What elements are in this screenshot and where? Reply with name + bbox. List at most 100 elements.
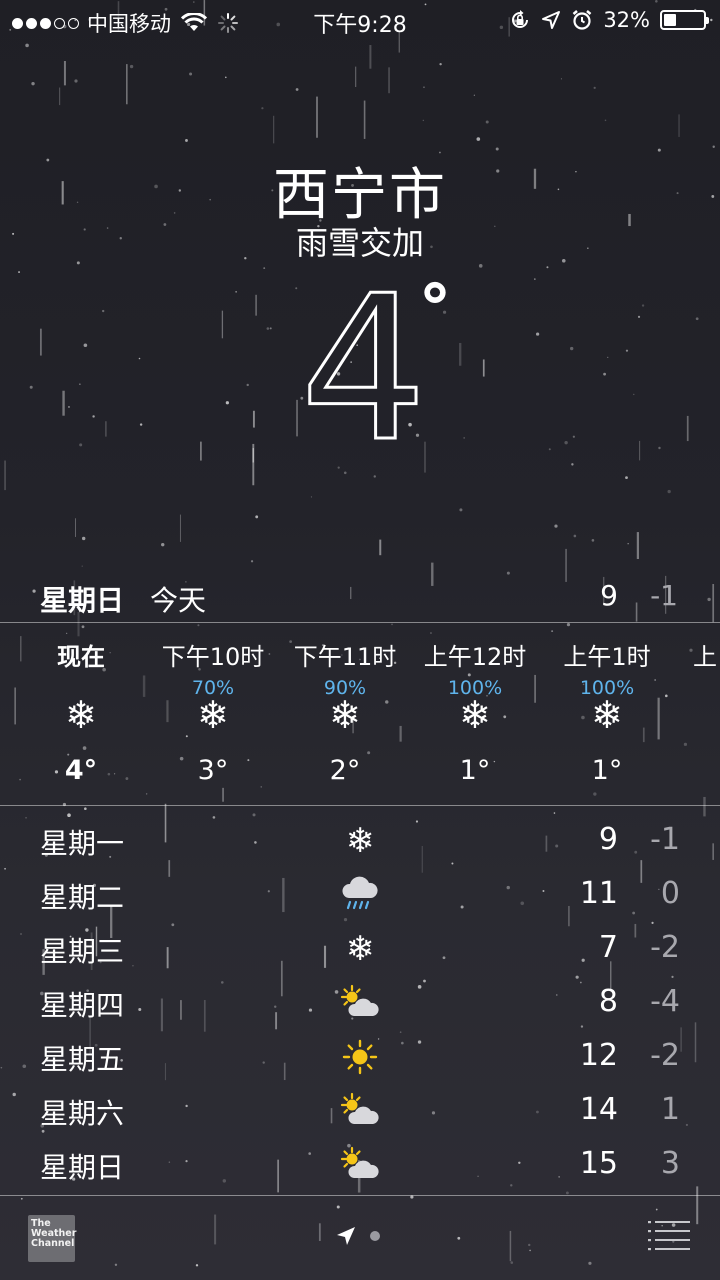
sun-icon bbox=[330, 1036, 390, 1078]
weekday-name: 星期六 bbox=[40, 1097, 125, 1130]
low-temp: -2 bbox=[650, 1038, 680, 1073]
snow-speck bbox=[84, 807, 87, 811]
status-bar: 中国移动 下午9:28 32% bbox=[0, 0, 720, 40]
snow-speck bbox=[138, 357, 141, 360]
snow-speck bbox=[129, 64, 134, 69]
hourly-item: 下午10时 70% ❄ 3° bbox=[148, 623, 278, 805]
snow-speck bbox=[18, 271, 20, 273]
snow-speck bbox=[625, 476, 628, 480]
high-temp: 9 bbox=[598, 822, 618, 857]
hourly-temp: 2° bbox=[329, 755, 361, 786]
partly-sunny-icon bbox=[330, 1144, 390, 1186]
daily-row: 星期五 12 -2 bbox=[0, 1030, 720, 1084]
daily-row: 星期日 15 3 bbox=[0, 1138, 720, 1192]
daily-row: 星期六 14 1 bbox=[0, 1084, 720, 1138]
hourly-time: 下午10时 bbox=[161, 643, 265, 671]
snow-speck bbox=[161, 542, 165, 547]
partly-sunny-icon bbox=[330, 1090, 390, 1132]
hourly-forecast-strip[interactable]: 现在 ❄ 4° 下午10时 70% ❄ 3° 下午11时 90% ❄ 2° 上午… bbox=[0, 623, 720, 805]
today-summary-row: 星期日 今天 9 -1 bbox=[0, 575, 720, 621]
high-temp: 11 bbox=[579, 876, 618, 911]
high-temp: 14 bbox=[579, 1092, 618, 1127]
location-services-icon bbox=[542, 11, 561, 29]
high-temp: 8 bbox=[598, 984, 618, 1019]
partly-sunny-icon bbox=[330, 982, 390, 1024]
snow-speck bbox=[658, 446, 661, 450]
high-temp: 7 bbox=[598, 930, 618, 965]
daily-forecast-list[interactable]: 星期一 ❄ 9 -1 星期二 11 0 星期三 ❄ 7 -2 星期四 8 -4 … bbox=[0, 814, 720, 1192]
snow-speck bbox=[485, 120, 489, 124]
snow-speck bbox=[604, 119, 607, 122]
hourly-item: 上 bbox=[640, 623, 720, 805]
hourly-temp: 4° bbox=[64, 755, 98, 786]
snow-icon: ❄ bbox=[345, 929, 375, 969]
snow-speck bbox=[593, 86, 596, 89]
snow-speck bbox=[573, 534, 577, 538]
rain-cloud-icon bbox=[330, 874, 390, 916]
current-temperature-value: 4 bbox=[298, 253, 428, 486]
hourly-temp: 1° bbox=[459, 755, 491, 786]
battery-icon bbox=[660, 10, 709, 30]
snow-speck bbox=[295, 88, 299, 91]
snow-speck bbox=[31, 81, 35, 86]
snow-speck bbox=[139, 423, 143, 426]
snow-speck bbox=[627, 543, 629, 545]
snow-icon: ❄ bbox=[345, 821, 375, 861]
snow-speck bbox=[569, 346, 574, 351]
battery-level-fill bbox=[664, 14, 676, 26]
weather-channel-logo[interactable]: The Weather Channel bbox=[28, 1215, 76, 1262]
snow-speck bbox=[224, 76, 227, 79]
snow-speck bbox=[463, 437, 465, 439]
snow-speck bbox=[534, 278, 536, 280]
low-temp: -4 bbox=[650, 984, 680, 1019]
snow-icon: ❄ bbox=[459, 693, 491, 737]
snow-speck bbox=[295, 287, 298, 290]
page-indicator[interactable] bbox=[336, 1226, 380, 1246]
snow-icon: ❄ bbox=[197, 693, 229, 737]
daily-row: 星期三 ❄ 7 -2 bbox=[0, 922, 720, 976]
bottom-toolbar: The Weather Channel bbox=[0, 1196, 720, 1280]
hourly-item: 上午12时 100% ❄ 1° bbox=[410, 623, 540, 805]
snow-speck bbox=[572, 435, 575, 438]
snow-speck bbox=[422, 119, 425, 122]
page-dot-icon bbox=[370, 1231, 380, 1241]
snow-speck bbox=[81, 536, 86, 541]
list-icon[interactable] bbox=[648, 1220, 690, 1252]
snow-speck bbox=[235, 291, 237, 293]
snow-speck bbox=[478, 264, 483, 268]
degree-symbol: ° bbox=[417, 269, 454, 351]
divider bbox=[0, 805, 720, 806]
low-temp: -1 bbox=[650, 822, 680, 857]
snow-speck bbox=[255, 515, 259, 519]
snow-speck bbox=[607, 356, 609, 358]
hourly-item: 下午11时 90% ❄ 2° bbox=[280, 623, 410, 805]
hourly-time: 下午11时 bbox=[293, 643, 397, 671]
snow-speck bbox=[250, 560, 254, 563]
low-temp: 3 bbox=[660, 1146, 680, 1181]
logo-text: Channel bbox=[31, 1238, 75, 1249]
snow-speck bbox=[29, 385, 33, 389]
weekday-name: 星期日 bbox=[40, 1151, 125, 1184]
snow-speck bbox=[79, 383, 81, 385]
snow-speck bbox=[74, 79, 78, 83]
snow-speck bbox=[246, 383, 249, 387]
high-temp: 12 bbox=[579, 1038, 618, 1073]
low-temp: -2 bbox=[650, 930, 680, 965]
weekday-name: 星期三 bbox=[40, 935, 125, 968]
snow-speck bbox=[269, 327, 272, 330]
snow-speck bbox=[263, 267, 266, 269]
snow-speck bbox=[189, 72, 193, 76]
hourly-time: 现在 bbox=[57, 643, 105, 671]
battery-percent: 32% bbox=[603, 8, 650, 32]
snow-speck bbox=[571, 463, 574, 466]
snow-speck bbox=[92, 415, 95, 418]
snow-speck bbox=[225, 401, 229, 405]
location-arrow-icon bbox=[337, 1227, 355, 1245]
snow-speck bbox=[266, 327, 270, 330]
snow-speck bbox=[554, 524, 558, 528]
current-temperature: 4 ° bbox=[298, 268, 453, 471]
daily-row: 星期一 ❄ 9 -1 bbox=[0, 814, 720, 868]
weekday-name: 星期五 bbox=[40, 1043, 125, 1076]
snow-speck bbox=[68, 406, 70, 408]
snow-speck bbox=[548, 448, 551, 451]
